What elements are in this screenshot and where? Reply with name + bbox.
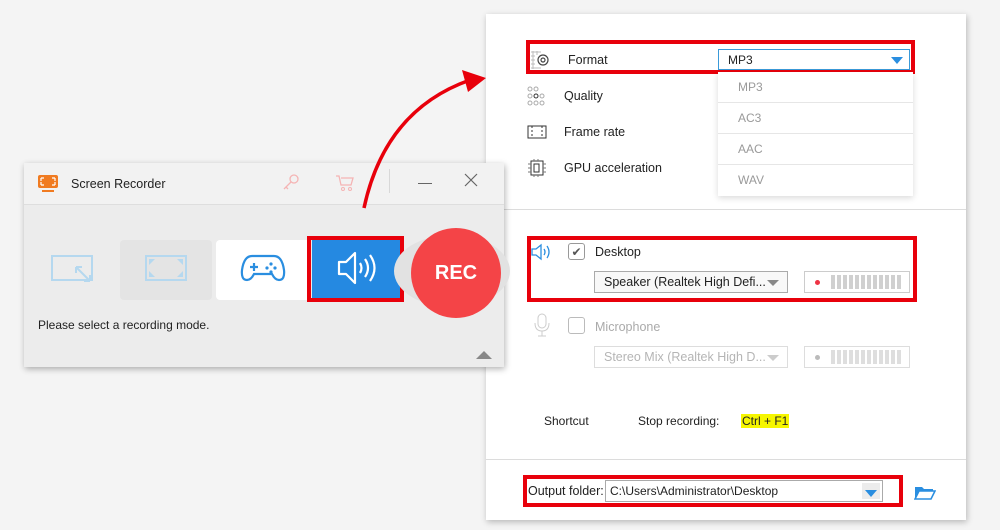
annotation-arrow <box>362 70 486 209</box>
